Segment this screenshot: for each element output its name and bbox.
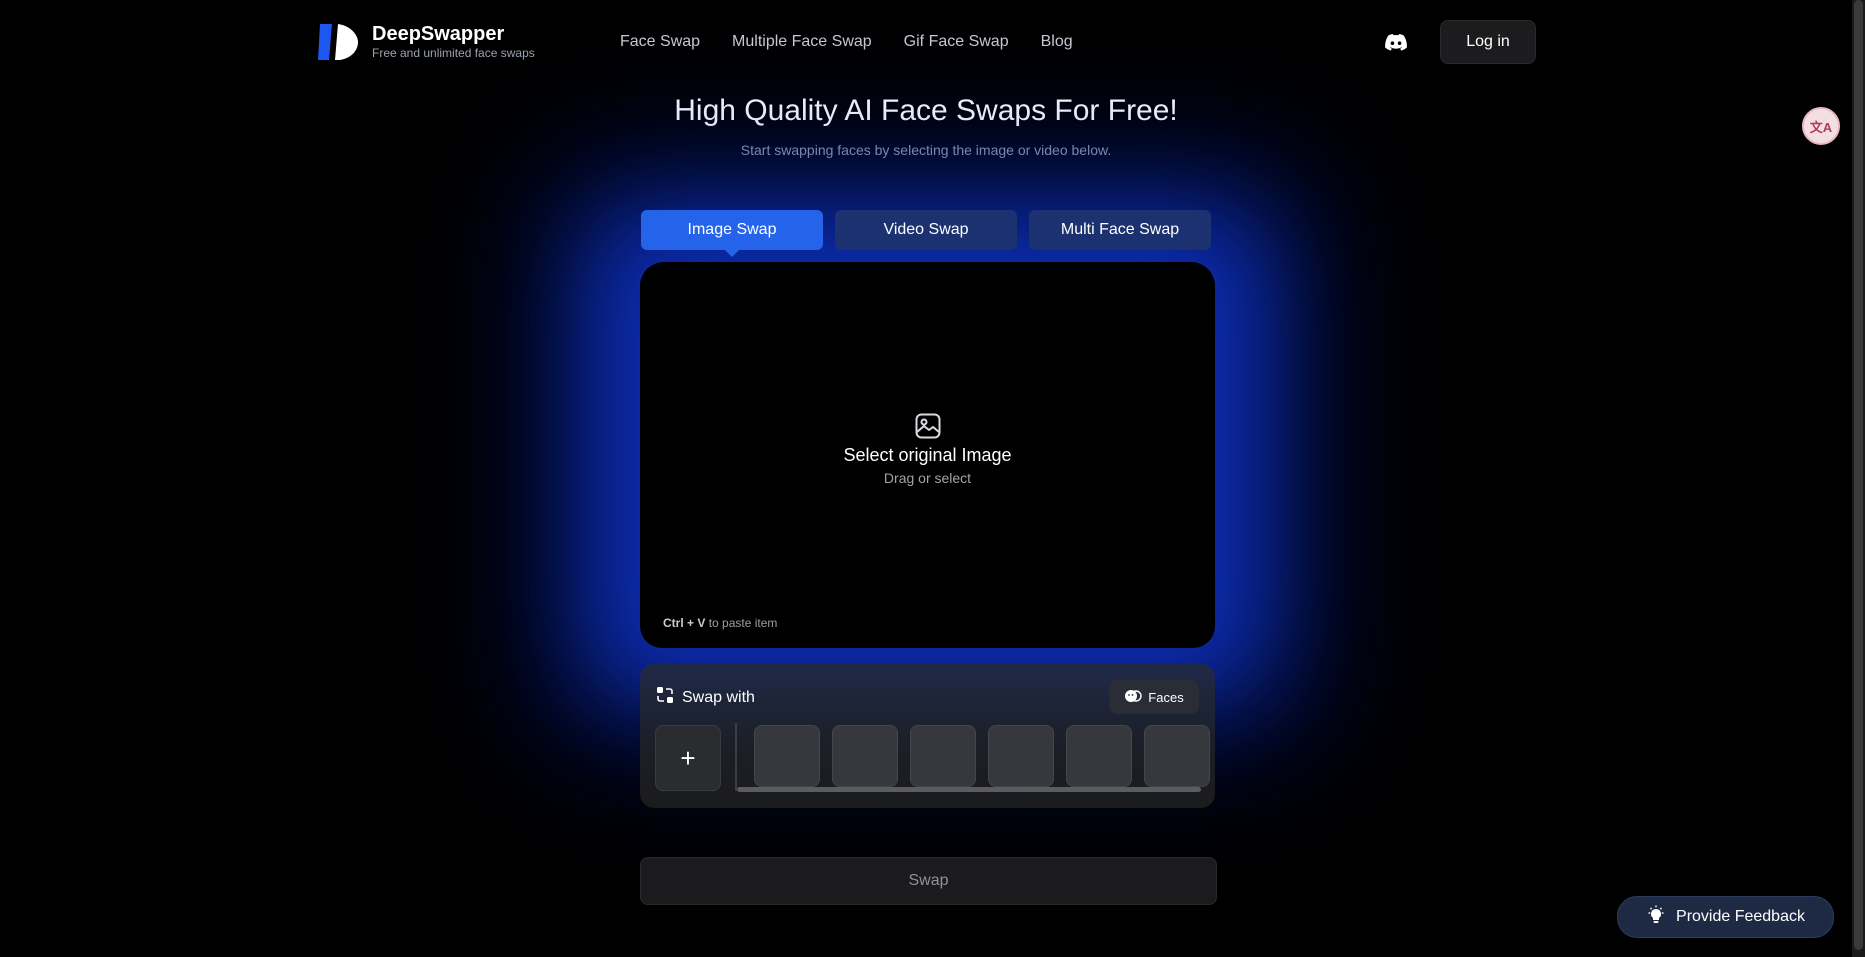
swap-with-title: Swap with — [682, 688, 755, 706]
dropzone-content: Select original Image Drag or select — [640, 413, 1215, 486]
provide-feedback-button[interactable]: Provide Feedback — [1617, 896, 1834, 938]
page-scrollbar-thumb[interactable] — [1854, 0, 1863, 950]
nav-multiple-face-swap[interactable]: Multiple Face Swap — [732, 33, 872, 51]
brand-name: DeepSwapper — [372, 23, 505, 45]
brand-text: DeepSwapper Free and unlimited face swap… — [372, 23, 535, 61]
paste-shortcut: Ctrl + V — [663, 616, 706, 630]
login-button[interactable]: Log in — [1440, 20, 1536, 64]
paste-hint-text: to paste item — [708, 616, 778, 630]
swap-button[interactable]: Swap — [640, 857, 1217, 905]
swap-mode-tabs: Image Swap Video Swap Multi Face Swap — [641, 210, 1211, 257]
face-slot[interactable] — [1066, 725, 1132, 787]
faces-button[interactable]: Faces — [1109, 680, 1199, 714]
brand-logo[interactable]: DeepSwapper Free and unlimited face swap… — [318, 22, 598, 62]
tab-video-swap[interactable]: Video Swap — [835, 210, 1017, 250]
swap-faces-icon — [656, 686, 674, 709]
tab-image-swap[interactable]: Image Swap — [641, 210, 823, 257]
face-slot[interactable] — [988, 725, 1054, 787]
swap-with-header: Swap with — [656, 686, 755, 709]
faces-icon — [1124, 689, 1142, 706]
page: DeepSwapper Free and unlimited face swap… — [0, 0, 1852, 957]
header-actions: Log in — [1384, 20, 1536, 64]
brand-logo-mark — [318, 22, 358, 62]
page-subtitle: Start swapping faces by selecting the im… — [740, 142, 1112, 158]
image-icon — [915, 413, 941, 439]
dropzone-subtitle: Drag or select — [883, 470, 972, 486]
nav-gif-face-swap[interactable]: Gif Face Swap — [904, 33, 1009, 51]
faces-label: Faces — [1148, 689, 1184, 705]
face-slot[interactable] — [910, 725, 976, 787]
slot-divider — [735, 723, 737, 791]
face-slot[interactable] — [1144, 725, 1210, 787]
main-nav: Face Swap Multiple Face Swap Gif Face Sw… — [620, 33, 1073, 51]
brand-tagline: Free and unlimited face swaps — [372, 46, 535, 60]
face-slots — [754, 725, 1210, 787]
lightbulb-icon — [1646, 905, 1666, 930]
nav-blog[interactable]: Blog — [1041, 33, 1073, 51]
paste-hint: Ctrl + V to paste item — [663, 616, 777, 630]
swap-with-panel: Swap with Faces + — [640, 664, 1215, 808]
tab-multi-face-swap[interactable]: Multi Face Swap — [1029, 210, 1211, 250]
nav-face-swap[interactable]: Face Swap — [620, 33, 700, 51]
page-scrollbar[interactable] — [1852, 0, 1865, 957]
face-slot[interactable] — [832, 725, 898, 787]
add-face-button[interactable]: + — [655, 725, 721, 791]
top-header: DeepSwapper Free and unlimited face swap… — [318, 20, 1536, 64]
face-slots-scrollbar[interactable] — [737, 787, 1201, 792]
original-image-dropzone[interactable]: Select original Image Drag or select Ctr… — [640, 265, 1215, 648]
page-title: High Quality AI Face Swaps For Free! — [674, 94, 1178, 127]
dropzone-title: Select original Image — [843, 445, 1012, 465]
feedback-label: Provide Feedback — [1676, 908, 1805, 925]
face-slot[interactable] — [754, 725, 820, 787]
discord-icon[interactable] — [1384, 30, 1408, 54]
